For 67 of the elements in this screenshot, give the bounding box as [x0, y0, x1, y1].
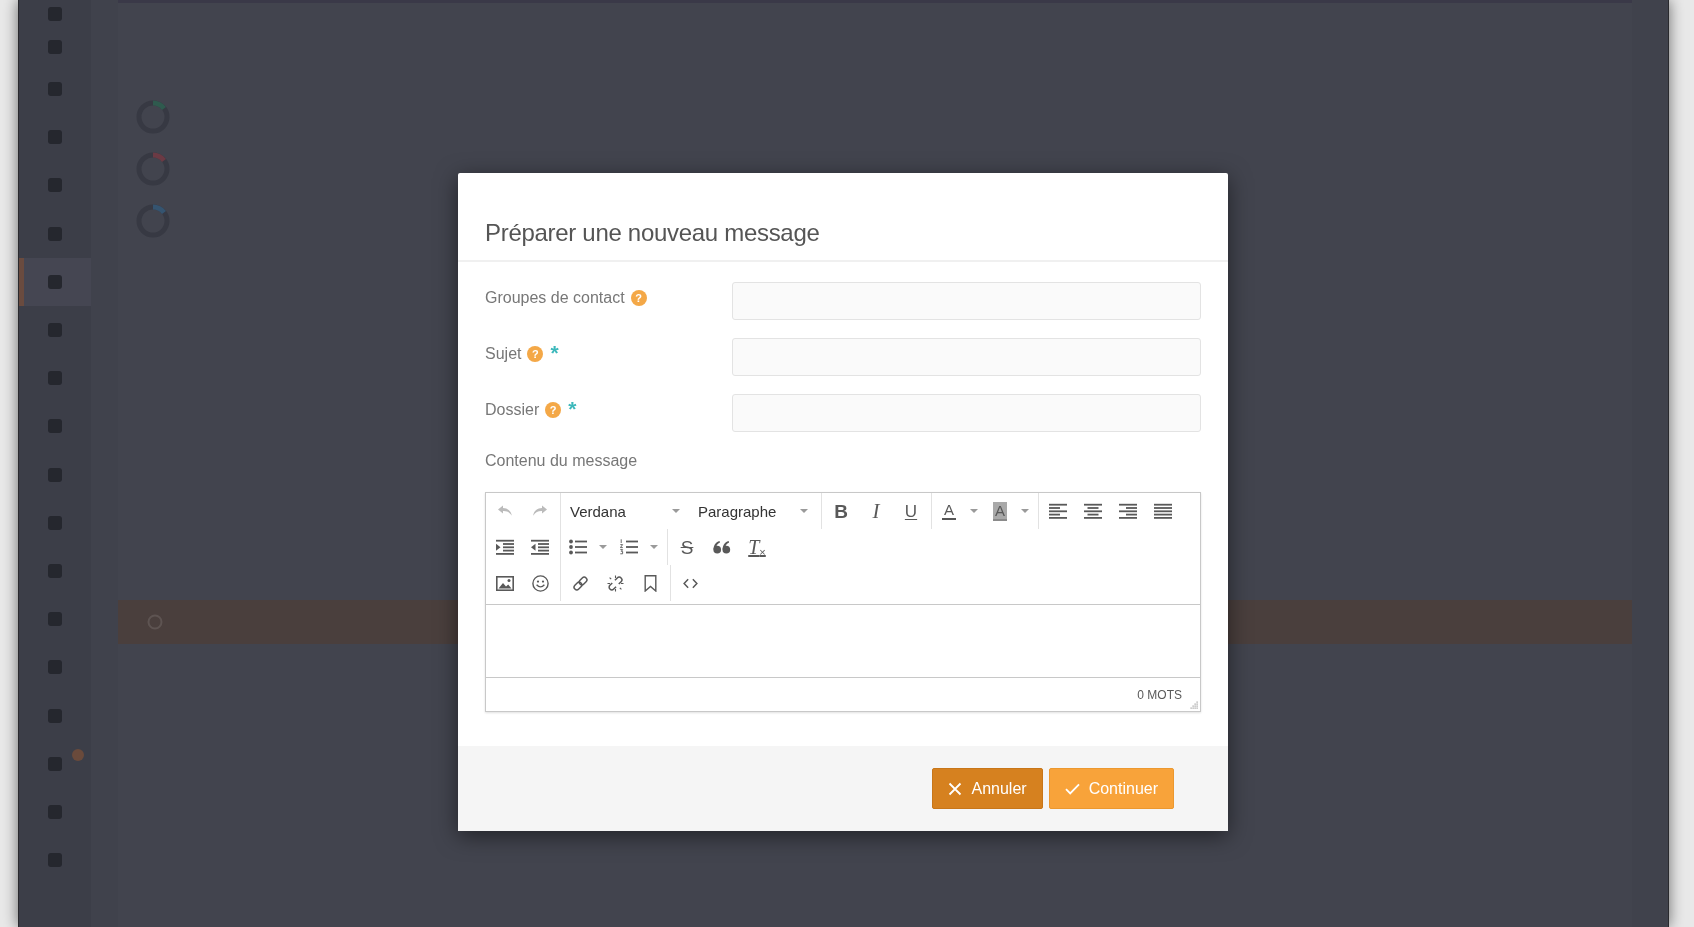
bulleted-list-icon: [569, 539, 587, 555]
broken-link-icon: [606, 574, 624, 592]
caret-icon: [970, 509, 978, 513]
editor-content-area[interactable]: [486, 604, 1200, 678]
justify-icon: [1154, 503, 1172, 519]
image-icon: [496, 575, 514, 591]
text-input[interactable]: [732, 338, 1201, 376]
dialog-title: Préparer une nouveau message: [485, 218, 821, 248]
text-input[interactable]: [732, 282, 1201, 320]
align-right-icon: [1119, 503, 1137, 519]
word-count: 0 MOTS: [1137, 687, 1182, 702]
sidebar-icon: [48, 467, 62, 482]
text-input[interactable]: [732, 394, 1201, 432]
sidebar-icon: [48, 7, 62, 21]
sidebar-icon: [48, 39, 62, 54]
field-label: Groupes de contact: [485, 288, 625, 308]
italic-button[interactable]: I: [859, 495, 893, 527]
sidebar-icon: [48, 130, 62, 145]
underline-button[interactable]: U: [894, 495, 928, 527]
caret-icon: [599, 545, 607, 549]
caret-icon: [672, 509, 680, 513]
outdent-icon: [531, 539, 549, 555]
link-icon: [571, 574, 589, 592]
caret-icon: [800, 509, 808, 513]
field-label: Sujet: [485, 344, 522, 364]
sidebar-icon: [48, 515, 62, 530]
bookmark-icon: [643, 574, 657, 592]
sidebar-icon: [48, 323, 62, 338]
text-color-button[interactable]: A: [934, 495, 984, 527]
font-family-dropdown[interactable]: Verdana: [563, 495, 690, 527]
strikethrough-button[interactable]: S: [670, 531, 704, 563]
clear-formatting-button[interactable]: T$_{×}$: [740, 531, 774, 563]
smiley-icon: [531, 574, 549, 592]
block-format-dropdown[interactable]: Paragraphe: [691, 495, 818, 527]
code-icon: [682, 577, 698, 589]
bold-button[interactable]: B: [824, 495, 858, 527]
sidebar-icon: [48, 371, 62, 386]
align-center-icon: [1084, 503, 1102, 519]
editor-label: Contenu du message: [485, 451, 639, 471]
align-left-icon: [1049, 503, 1067, 519]
sidebar-icon: [48, 612, 62, 627]
progress-ring-icon: [135, 99, 171, 135]
progress-ring-icon: [135, 151, 171, 187]
indent-icon: [496, 539, 514, 555]
progress-ring-icon: [135, 203, 171, 239]
sidebar-icon: [48, 82, 62, 97]
sidebar-icon: [48, 274, 62, 289]
required-mark: *: [550, 344, 559, 362]
sidebar-icon: [48, 853, 62, 868]
numbered-list-icon: [620, 539, 638, 555]
sidebar-icon: [48, 708, 62, 723]
caret-icon: [1021, 509, 1029, 513]
required-mark: *: [568, 400, 577, 418]
check-icon: [1064, 782, 1080, 795]
caret-icon: [650, 545, 658, 549]
resize-handle-icon[interactable]: [1190, 701, 1198, 709]
sidebar-icon: [48, 804, 62, 819]
sidebar-icon: [48, 563, 62, 578]
sidebar-icon: [48, 226, 62, 241]
sidebar-icon: [48, 178, 62, 193]
close-icon: [948, 781, 963, 796]
quote-icon: [713, 540, 731, 554]
sidebar-icon: [48, 419, 62, 434]
sidebar-item[interactable]: [19, 257, 91, 306]
sidebar-icon: [48, 756, 62, 771]
sidebar-icon: [48, 660, 62, 675]
field-label: Dossier: [485, 400, 540, 420]
